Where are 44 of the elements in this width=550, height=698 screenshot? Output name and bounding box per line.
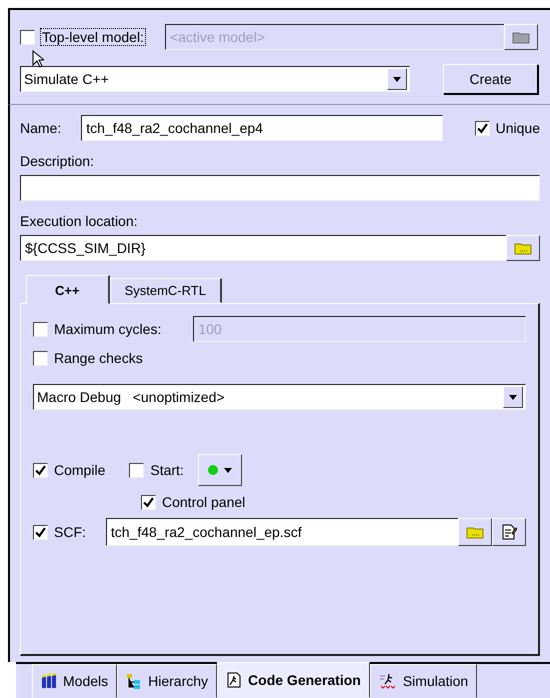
caret-icon <box>224 468 232 472</box>
build-mode-dropdown[interactable]: Macro Debug <unoptimized> <box>33 384 526 410</box>
books-icon <box>41 673 57 689</box>
description-label: Description: <box>20 153 95 169</box>
checkbox-label: Start: <box>150 462 184 478</box>
tab[interactable]: C++ <box>26 275 110 304</box>
checkbox-label: Range checks <box>54 350 143 366</box>
checkbox[interactable] <box>33 524 48 540</box>
checkbox[interactable] <box>20 30 35 44</box>
tab[interactable]: Simulation <box>370 664 478 698</box>
tab[interactable]: Models <box>32 664 118 698</box>
scf-field[interactable]: tch_f48_ra2_cochannel_ep.scf <box>106 518 458 546</box>
folder-icon[interactable] <box>458 518 492 546</box>
checkbox[interactable] <box>33 350 48 366</box>
tree-icon <box>126 673 142 689</box>
cursor-icon <box>32 50 44 68</box>
execution-location-label: Execution location: <box>20 213 139 229</box>
edit-document-icon[interactable] <box>492 518 526 546</box>
tab[interactable]: Hierarchy <box>117 664 218 698</box>
checkbox-label: SCF: <box>54 524 86 540</box>
checkbox[interactable] <box>33 462 48 478</box>
checkbox[interactable] <box>141 494 156 510</box>
create-button[interactable]: Create <box>443 64 538 94</box>
checkbox[interactable] <box>129 462 144 478</box>
execution-location-field[interactable]: ${CCSS_SIM_DIR} <box>20 235 506 261</box>
tab[interactable]: SystemC-RTL <box>110 278 222 303</box>
checkbox-label: Compile <box>54 462 106 478</box>
folder-icon[interactable] <box>506 235 540 261</box>
checkbox-label: Maximum cycles: <box>54 321 162 337</box>
name-field[interactable]: tch_f48_ra2_cochannel_ep4 <box>81 115 443 141</box>
dot-icon <box>208 465 218 475</box>
checkbox-label: Unique <box>496 120 540 136</box>
checkbox-label: Control panel <box>162 494 246 510</box>
checkbox[interactable] <box>33 322 48 336</box>
name-label: Name: <box>20 120 62 136</box>
action-dropdown[interactable]: Simulate C++ <box>20 66 410 92</box>
checkbox[interactable] <box>474 120 490 136</box>
status-dropdown-button[interactable] <box>198 454 242 486</box>
checkbox-label: Top-level model: <box>41 29 145 45</box>
folder-icon[interactable] <box>504 24 538 50</box>
tab[interactable]: Code Generation <box>217 662 370 698</box>
running-figure-icon <box>378 673 397 689</box>
document-figure-icon <box>226 672 242 688</box>
description-field[interactable] <box>20 175 540 201</box>
